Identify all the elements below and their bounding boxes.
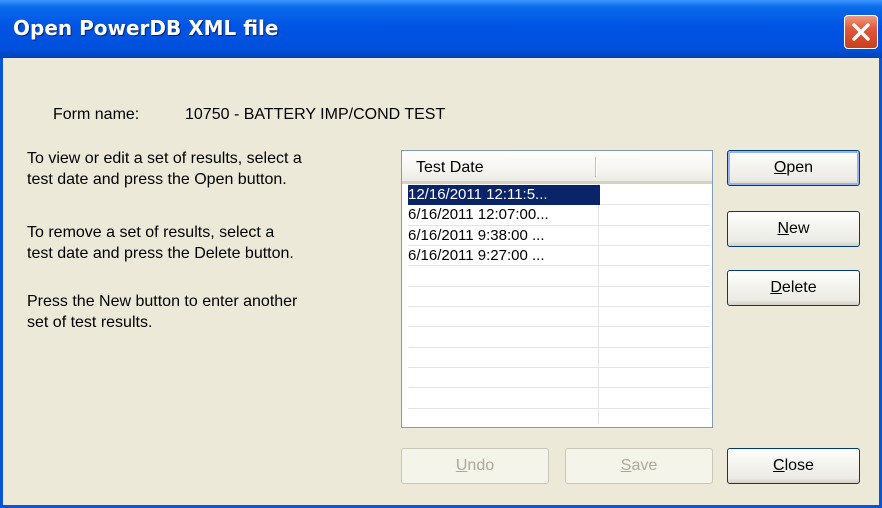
close-mnemonic: C [773, 457, 785, 474]
delete-mnemonic: D [770, 279, 782, 296]
new-button[interactable]: New [727, 211, 860, 247]
list-item[interactable]: 6/16/2011 9:27:00 ... [408, 246, 600, 266]
window-title: Open PowerDB XML file [13, 16, 279, 40]
instruction-view-edit: To view or edit a set of results, select… [27, 148, 302, 190]
delete-label-rest: elete [781, 279, 817, 296]
grid-line [408, 387, 710, 388]
column-header-test-date[interactable]: Test Date [402, 151, 712, 184]
list-item[interactable]: 12/16/2011 12:11:5... [408, 185, 600, 205]
save-mnemonic: S [620, 457, 632, 474]
new-label-rest: ew [789, 220, 810, 237]
column-header-label: Test Date [416, 159, 484, 176]
open-label-rest: pen [786, 159, 814, 176]
close-label-rest: lose [784, 457, 814, 474]
grid-line [408, 408, 710, 409]
list-item[interactable]: 6/16/2011 9:38:00 ... [408, 226, 600, 246]
undo-mnemonic: U [455, 457, 468, 474]
grid-line [408, 286, 710, 287]
window-close-button[interactable] [844, 15, 878, 49]
delete-button[interactable]: Delete [727, 270, 860, 306]
instruction-line: test date and press the Delete button. [27, 245, 294, 262]
instruction-line: To remove a set of results, select a [27, 224, 275, 241]
grid-line [408, 306, 710, 307]
grid-line [408, 347, 710, 348]
title-bar[interactable]: Open PowerDB XML file [0, 0, 882, 58]
close-button[interactable]: Close [727, 448, 860, 484]
form-name-value: 10750 - BATTERY IMP/COND TEST [185, 106, 446, 123]
instruction-line: test date and press the Open button. [27, 171, 287, 188]
column-divider-highlight [596, 157, 597, 177]
open-button[interactable]: Open [727, 150, 860, 186]
grid-line [408, 367, 710, 368]
new-mnemonic: N [777, 220, 790, 237]
instruction-line: To view or edit a set of results, select… [27, 150, 302, 167]
instruction-new: Press the New button to enter another se… [27, 291, 297, 333]
open-powerdb-dialog: Open PowerDB XML file Form name: 10750 -… [0, 0, 882, 508]
instruction-remove: To remove a set of results, select a tes… [27, 222, 294, 264]
save-button[interactable]: Save [565, 448, 713, 484]
open-mnemonic: O [773, 159, 787, 176]
undo-button[interactable]: Undo [401, 448, 549, 484]
instruction-line: Press the New button to enter another [27, 293, 298, 310]
instruction-line: set of test results. [27, 314, 153, 331]
test-date-list[interactable]: Test Date 12/16/2011 12:11:5... 6/16/201… [401, 150, 713, 428]
save-label-rest: ave [631, 457, 658, 474]
close-x-icon [852, 23, 870, 41]
list-item[interactable]: 6/16/2011 12:07:00... [408, 205, 600, 225]
undo-label-rest: ndo [467, 457, 495, 474]
form-name-label: Form name: [53, 106, 140, 123]
grid-line [408, 326, 710, 327]
